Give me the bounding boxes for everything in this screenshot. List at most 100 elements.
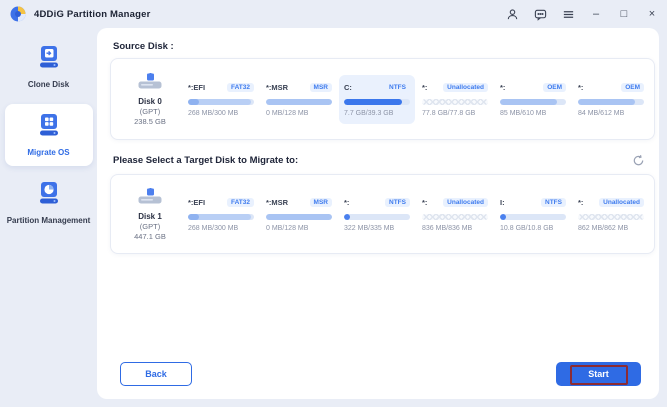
partition-size: 268 MB/300 MB	[188, 225, 254, 232]
usage-bar	[188, 214, 254, 220]
partition-name: *:MSR	[266, 198, 288, 207]
partition-size: 0 MB/128 MB	[266, 225, 332, 232]
target-disk-info: Disk 1(GPT)447.1 GB	[117, 188, 183, 241]
back-button[interactable]: Back	[120, 362, 192, 386]
partition-name: *:	[422, 83, 427, 92]
sidebar-item-label: Migrate OS	[27, 148, 69, 159]
target-partition-MSR[interactable]: *:MSR MSR 0 MB/128 MB	[261, 190, 337, 239]
app-title: 4DDiG Partition Manager	[34, 9, 151, 20]
partition-size: 862 MB/862 MB	[578, 225, 644, 232]
usage-bar	[188, 99, 254, 105]
filesystem-badge: MSR	[310, 198, 332, 207]
partition-name: *:EFI	[188, 198, 205, 207]
source-partitions: *:EFI FAT32 268 MB/300 MB *:MSR MSR 0 MB/128 …	[183, 59, 654, 139]
partition-size: 84 MB/612 MB	[578, 110, 644, 117]
filesystem-badge: NTFS	[541, 198, 566, 207]
filesystem-badge: FAT32	[227, 83, 254, 92]
partition-name: *:	[578, 83, 583, 92]
source-partition-[interactable]: *: OEM 85 MB/610 MB	[495, 75, 571, 124]
usage-bar	[344, 214, 410, 220]
sidebar-item-partition-management[interactable]: Partition Management	[5, 172, 93, 234]
filesystem-badge: NTFS	[385, 83, 410, 92]
source-disk-header: Source Disk :	[113, 41, 174, 52]
target-partition-[interactable]: *: Unallocated 862 MB/862 MB	[573, 190, 649, 239]
filesystem-badge: Unallocated	[443, 198, 488, 207]
partition-size: 322 MB/335 MB	[344, 225, 410, 232]
maximize-button[interactable]: □	[617, 7, 631, 21]
target-partition-[interactable]: *: Unallocated 836 MB/836 MB	[417, 190, 493, 239]
source-partition-[interactable]: *: OEM 84 MB/612 MB	[573, 75, 649, 124]
usage-bar	[578, 99, 644, 105]
sidebar-item-migrate-os[interactable]: Migrate OS	[5, 104, 93, 166]
refresh-icon[interactable]	[632, 154, 645, 167]
source-partition-[interactable]: *:OEM	[651, 78, 654, 120]
source-disk-info: Disk 0(GPT)238.5 GB	[117, 73, 183, 126]
partition-name: *:EFI	[188, 83, 205, 92]
sidebar-item-label: Partition Management	[7, 216, 91, 227]
partition-size: 268 MB/300 MB	[188, 110, 254, 117]
minimize-button[interactable]: –	[589, 7, 603, 21]
titlebar-controls: – □ ×	[505, 0, 659, 28]
partition-name: *:	[422, 198, 427, 207]
disk-scheme: (GPT)	[140, 107, 160, 116]
filesystem-badge: OEM	[621, 83, 644, 92]
usage-bar	[344, 99, 410, 105]
usage-bar	[266, 214, 332, 220]
partition-name: C:	[344, 83, 352, 92]
migrate-os-icon	[36, 112, 62, 143]
disk-size: 238.5 GB	[134, 117, 166, 126]
usage-bar	[578, 214, 644, 220]
filesystem-badge: FAT32	[227, 198, 254, 207]
usage-bar	[422, 99, 488, 105]
target-partition-EFI[interactable]: *:EFI FAT32 268 MB/300 MB	[183, 190, 259, 239]
sidebar: Clone Disk Migrate OS Partition Management	[0, 28, 97, 407]
partition-size: 10.8 GB/10.8 GB	[500, 225, 566, 232]
source-partition-[interactable]: *: Unallocated 77.8 GB/77.8 GB	[417, 75, 493, 124]
start-button[interactable]: Start	[556, 362, 641, 386]
usage-bar	[422, 214, 488, 220]
app-logo-icon	[10, 6, 26, 22]
account-icon[interactable]	[505, 7, 519, 21]
feedback-icon[interactable]	[533, 7, 547, 21]
partition-name: *:	[578, 198, 583, 207]
partition-size: 85 MB/610 MB	[500, 110, 566, 117]
target-disk-card: Disk 1(GPT)447.1 GB *:EFI FAT32 268 MB/300 …	[110, 174, 655, 254]
target-disk-header: Please Select a Target Disk to Migrate t…	[113, 155, 298, 166]
partition-management-icon	[36, 180, 62, 211]
disk-icon	[138, 73, 162, 95]
main-panel: Source Disk : Disk 0(GPT)238.5 GB *:EFI FA…	[97, 28, 659, 399]
filesystem-badge: NTFS	[385, 198, 410, 207]
partition-size: 77.8 GB/77.8 GB	[422, 110, 488, 117]
partition-name: *:	[344, 198, 349, 207]
disk-size: 447.1 GB	[134, 232, 166, 241]
source-partition-C[interactable]: C:NTFS7.7 GB/39.3 GB	[339, 75, 415, 124]
partition-size: 0 MB/128 MB	[266, 110, 332, 117]
clone-disk-icon	[36, 44, 62, 75]
app-window: 4DDiG Partition Manager – □ ×	[0, 0, 667, 407]
filesystem-badge: OEM	[543, 83, 566, 92]
source-partition-MSR[interactable]: *:MSR MSR 0 MB/128 MB	[261, 75, 337, 124]
partition-name: *:	[500, 83, 505, 92]
target-partition-I[interactable]: I: NTFS 10.8 GB/10.8 GB	[495, 190, 571, 239]
usage-bar	[266, 99, 332, 105]
disk-name: Disk 0	[138, 97, 162, 106]
disk-name: Disk 1	[138, 212, 162, 221]
titlebar: 4DDiG Partition Manager – □ ×	[0, 0, 667, 28]
usage-bar	[500, 214, 566, 220]
partition-name: I:	[500, 198, 505, 207]
filesystem-badge: Unallocated	[443, 83, 488, 92]
usage-bar	[500, 99, 566, 105]
sidebar-item-label: Clone Disk	[28, 80, 69, 91]
disk-icon	[138, 188, 162, 210]
target-partition-[interactable]: *: NTFS 322 MB/335 MB	[339, 190, 415, 239]
source-partition-EFI[interactable]: *:EFI FAT32 268 MB/300 MB	[183, 75, 259, 124]
sidebar-item-clone-disk[interactable]: Clone Disk	[5, 36, 93, 98]
filesystem-badge: Unallocated	[599, 198, 644, 207]
partition-name: *:MSR	[266, 83, 288, 92]
target-partitions: *:EFI FAT32 268 MB/300 MB *:MSR MSR 0 MB/128 …	[183, 175, 654, 253]
menu-icon[interactable]	[561, 7, 575, 21]
close-button[interactable]: ×	[645, 7, 659, 21]
source-disk-card: Disk 0(GPT)238.5 GB *:EFI FAT32 268 MB/300 …	[110, 58, 655, 140]
partition-size: 836 MB/836 MB	[422, 225, 488, 232]
filesystem-badge: MSR	[310, 83, 332, 92]
